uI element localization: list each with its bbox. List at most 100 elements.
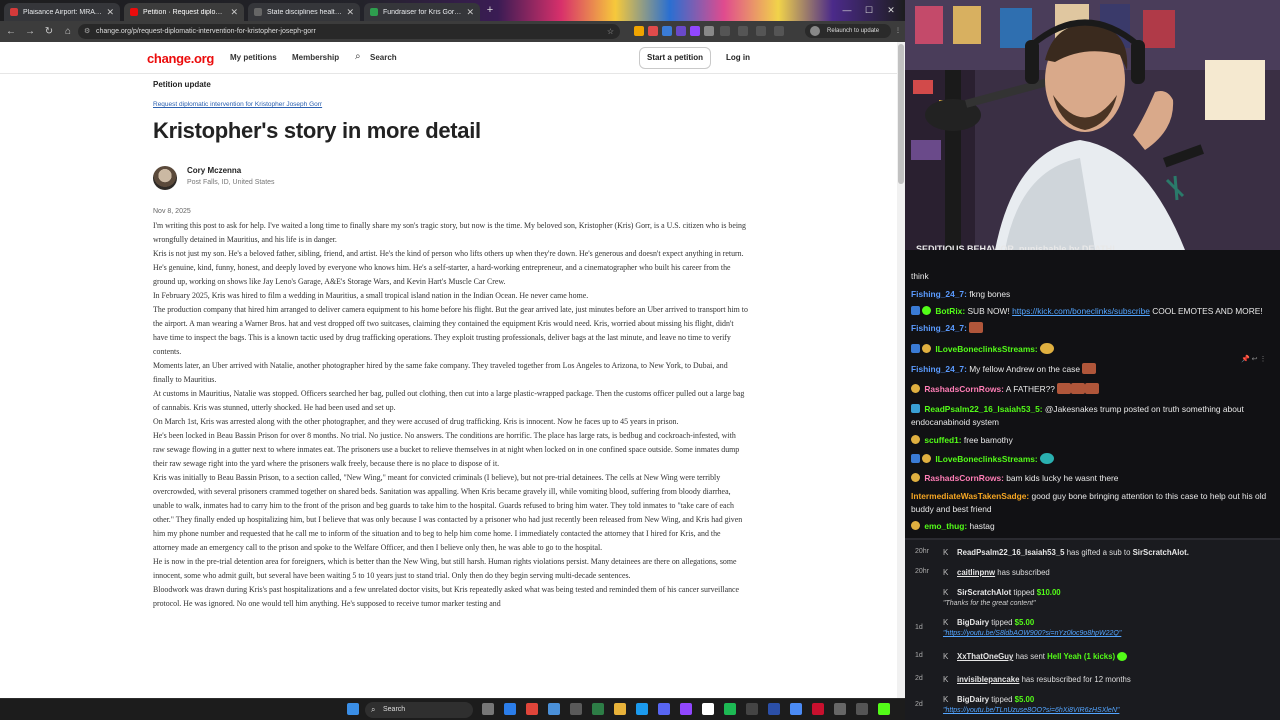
- taskbar-app-icon[interactable]: [636, 703, 648, 715]
- extension-icon[interactable]: [676, 26, 686, 36]
- chat-link[interactable]: https://kick.com/boneclinks/subscribe: [1012, 306, 1150, 316]
- event-action: has gifted a sub to: [1066, 548, 1131, 557]
- close-tab-icon[interactable]: ✕: [346, 7, 354, 18]
- extension-icon[interactable]: [704, 26, 714, 36]
- new-tab-button[interactable]: +: [484, 3, 496, 17]
- taskbar-app-icon[interactable]: [746, 703, 758, 715]
- event-user[interactable]: caitlinpnw: [957, 568, 995, 577]
- tab-fundraiser[interactable]: Fundraiser for Kris Gorr by Kelli ✕: [364, 3, 480, 21]
- spotify-icon[interactable]: [724, 703, 736, 715]
- taskbar-app-icon[interactable]: [504, 703, 516, 715]
- scrollbar-thumb[interactable]: [898, 44, 904, 184]
- forward-icon[interactable]: →: [22, 24, 38, 40]
- petition-link[interactable]: Request diplomatic intervention for Kris…: [153, 101, 753, 108]
- url-field[interactable]: ⚙ change.org/p/request-diplomatic-interv…: [78, 24, 620, 39]
- nav-search[interactable]: Search: [370, 53, 397, 62]
- taskbar-app-icon[interactable]: [570, 703, 582, 715]
- close-tab-icon[interactable]: ✕: [106, 7, 114, 18]
- file-explorer-icon[interactable]: [614, 703, 626, 715]
- close-tab-icon[interactable]: ✕: [466, 7, 474, 18]
- back-icon[interactable]: ←: [3, 24, 19, 40]
- post-paragraph: Kris was initially to Beau Bassin Prison…: [153, 473, 743, 552]
- site-info-icon[interactable]: ⚙: [84, 24, 90, 39]
- chat-username[interactable]: ILoveBoneclinksStreams:: [935, 344, 1037, 354]
- maximize-icon[interactable]: ☐: [860, 2, 878, 18]
- chat-username[interactable]: ReadPsalm22_16_Isaiah53_5:: [924, 404, 1042, 414]
- taskbar-app-icon[interactable]: [812, 703, 824, 715]
- taskbar-app-icon[interactable]: [702, 703, 714, 715]
- event-amount: $5.00: [1014, 695, 1035, 704]
- chat-username[interactable]: ILoveBoneclinksStreams:: [935, 454, 1037, 464]
- tab-state-disciplines[interactable]: State disciplines health care pro ✕: [248, 3, 360, 21]
- relaunch-button[interactable]: Relaunch to update ⋮: [805, 24, 901, 38]
- profile-avatar: [810, 26, 820, 36]
- start-petition-button[interactable]: Start a petition: [639, 47, 711, 69]
- menu-dots-icon[interactable]: ⋮: [895, 24, 901, 38]
- chat-username[interactable]: scuffed1:: [924, 435, 961, 445]
- event-time: 2d: [915, 675, 923, 682]
- taskbar-app-icon[interactable]: [856, 703, 868, 715]
- kick-icon: K: [943, 618, 949, 627]
- extension-icon[interactable]: [662, 26, 672, 36]
- chat-message: Fishing_24_7: fkng bones: [911, 288, 1276, 301]
- chat-username[interactable]: Fishing_24_7:: [911, 289, 967, 299]
- taskbar-app-icon[interactable]: [680, 703, 692, 715]
- chat-username[interactable]: RashadsCornRows:: [924, 473, 1004, 483]
- chat-username[interactable]: IntermediateWasTakenSadge:: [911, 491, 1029, 501]
- reload-icon[interactable]: ↻: [41, 24, 57, 40]
- event-amount: $10.00: [1036, 588, 1061, 597]
- download-icon[interactable]: [756, 26, 766, 36]
- nav-my-petitions[interactable]: My petitions: [230, 53, 277, 62]
- close-tab-icon[interactable]: ✕: [230, 7, 238, 18]
- post-body: I'm writing this post to ask for help. I…: [153, 219, 748, 611]
- taskbar-app-icon[interactable]: [548, 703, 560, 715]
- gift-badge-icon: [911, 384, 920, 393]
- home-icon[interactable]: ⌂: [60, 24, 76, 40]
- close-window-icon[interactable]: ✕: [882, 2, 900, 18]
- change-org-logo[interactable]: change.org: [147, 51, 214, 66]
- event-user[interactable]: SirScratchAlot: [957, 588, 1011, 597]
- extensions-menu-icon[interactable]: [720, 26, 730, 36]
- nav-membership[interactable]: Membership: [292, 53, 339, 62]
- minimize-icon[interactable]: —: [838, 2, 856, 18]
- post-paragraph: In February 2025, Kris was hired to film…: [153, 291, 589, 300]
- taskbar-app-icon[interactable]: [592, 703, 604, 715]
- search-icon: ⌕: [371, 705, 376, 714]
- chat-username[interactable]: RashadsCornRows:: [924, 384, 1004, 394]
- event-user[interactable]: ReadPsalm22_16_Isaiah53_5: [957, 548, 1065, 557]
- extension-icon[interactable]: [634, 26, 644, 36]
- chat-username[interactable]: Fishing_24_7:: [911, 323, 967, 333]
- event-text: BigDairy tipped $5.00: [957, 618, 1034, 627]
- chat-username[interactable]: emo_thug:: [924, 521, 967, 531]
- tab-petition[interactable]: Petition · Request diplomatic in ✕: [124, 3, 244, 21]
- chat-username[interactable]: Fishing_24_7:: [911, 364, 967, 374]
- event-user[interactable]: XxThatOneGuy: [957, 652, 1013, 661]
- event-user[interactable]: invisiblepancake: [957, 675, 1019, 684]
- page-scrollbar[interactable]: [897, 42, 905, 698]
- extension-icon[interactable]: [690, 26, 700, 36]
- windows-start-icon[interactable]: [347, 703, 359, 715]
- tab-plaisance-airport[interactable]: Plaisance Airport: MRA Busted ✕: [4, 3, 120, 21]
- taskbar-app-icon[interactable]: [768, 703, 780, 715]
- chat-username[interactable]: BotRix:: [935, 306, 965, 316]
- taskbar-app-icon[interactable]: [834, 703, 846, 715]
- author-location: Post Falls, ID, United States: [187, 179, 275, 186]
- kick-icon: K: [943, 675, 949, 684]
- chrome-icon[interactable]: [526, 703, 538, 715]
- search-icon[interactable]: ⌕: [355, 51, 361, 62]
- event-link[interactable]: "https://youtu.be/TLnUzuse8OO?si=6hXi8VI…: [943, 707, 1119, 714]
- post-paragraph: Moments later, an Uber arrived with Nata…: [153, 361, 728, 384]
- event-user[interactable]: BigDairy: [957, 618, 989, 627]
- event-link[interactable]: "https://youtu.be/S8ldbAOW900?si=nYz0loc…: [943, 630, 1121, 637]
- side-panel-icon[interactable]: [738, 26, 748, 36]
- login-link[interactable]: Log in: [726, 53, 750, 62]
- taskbar-search[interactable]: ⌕ Search: [365, 702, 473, 718]
- task-view-icon[interactable]: [482, 703, 494, 715]
- discord-icon[interactable]: [658, 703, 670, 715]
- sidebar-icon[interactable]: [774, 26, 784, 36]
- bookmark-star-icon[interactable]: ☆: [607, 24, 614, 39]
- event-user[interactable]: BigDairy: [957, 695, 989, 704]
- taskbar-app-icon[interactable]: [790, 703, 802, 715]
- taskbar-app-icon[interactable]: [878, 703, 890, 715]
- extension-icon[interactable]: [648, 26, 658, 36]
